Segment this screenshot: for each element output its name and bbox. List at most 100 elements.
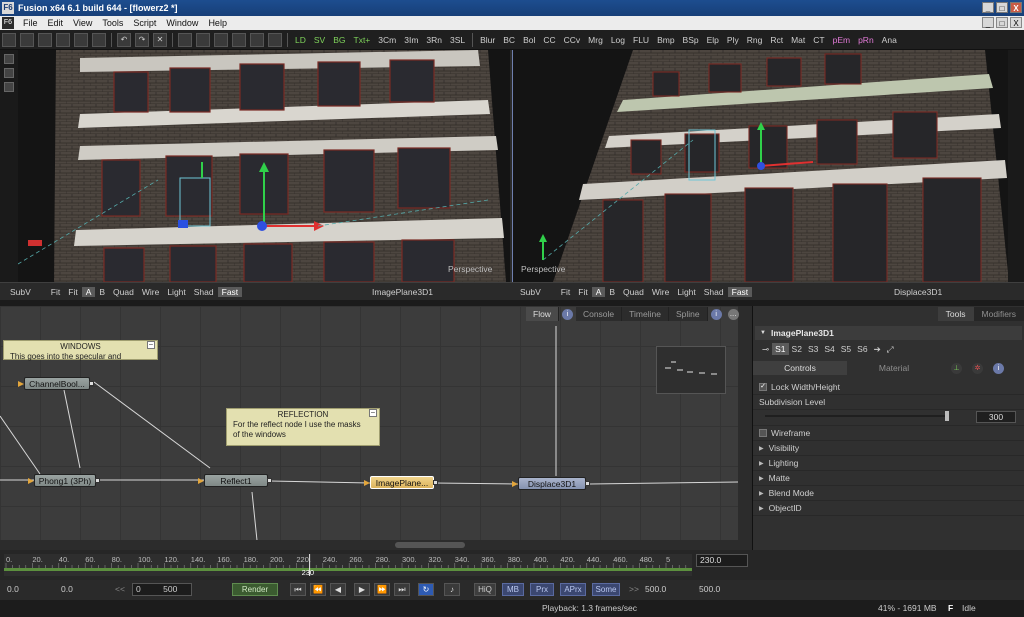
tool-elp[interactable]: Elp [703, 35, 723, 45]
node-output-icon[interactable] [89, 381, 94, 386]
scene-s3-button[interactable]: S3 [805, 343, 821, 355]
layout-3-icon[interactable] [214, 32, 228, 47]
tool-mrg[interactable]: Mrg [584, 35, 607, 45]
render-end-field[interactable]: 500.0 [642, 583, 686, 596]
wireframe-row[interactable]: Wireframe [753, 426, 1024, 441]
note-reflection[interactable]: REFLECTION For the reflect node I use th… [226, 408, 380, 446]
expand-arrow-icon[interactable]: ▶ [759, 460, 764, 467]
b-view-button[interactable]: B [605, 287, 619, 297]
scene-s4-button[interactable]: S4 [821, 343, 837, 355]
scene-s6-button[interactable]: S6 [854, 343, 870, 355]
time-ruler-scale[interactable]: 0. 20. 40. 60. 80. 100. 120. 140. 160. 180. 200. 22… [4, 554, 692, 576]
node-input-icon[interactable] [18, 381, 24, 387]
copy-icon[interactable] [74, 32, 88, 47]
range-field[interactable]: 0 500 [132, 583, 192, 596]
cut-icon[interactable] [56, 32, 70, 47]
aprx-button[interactable]: APrx [560, 583, 586, 596]
slider-knob[interactable] [945, 411, 950, 421]
light-button[interactable]: Light [163, 287, 189, 297]
fit-button[interactable]: Fit [557, 287, 574, 297]
lock-width-height-row[interactable]: ✓ Lock Width/Height [753, 380, 1024, 395]
tool-ld[interactable]: LD [291, 35, 310, 45]
maximize-button[interactable]: □ [996, 2, 1008, 13]
tab-spline[interactable]: Spline [668, 307, 708, 321]
layout-6-icon[interactable] [268, 32, 282, 47]
node-imageplane[interactable]: ImagePlane... [364, 476, 438, 489]
tool-bc[interactable]: BC [499, 35, 519, 45]
range-next-icon[interactable]: >> [626, 583, 642, 596]
note-collapse-icon[interactable]: – [369, 409, 377, 417]
global-end-field[interactable]: 500.0 [696, 583, 748, 596]
go-end-icon[interactable]: ⏭ [394, 583, 410, 596]
tool-log[interactable]: Log [607, 35, 629, 45]
tool-rng[interactable]: Rng [743, 35, 767, 45]
menu-script[interactable]: Script [128, 18, 161, 28]
flow-vertical-scrollbar[interactable] [738, 306, 750, 540]
cut-tool-icon[interactable]: ✕ [153, 32, 167, 47]
a-view-button[interactable]: A [591, 286, 606, 297]
tool-pem[interactable]: pEm [829, 35, 854, 45]
tab-flow[interactable]: Flow [526, 307, 559, 321]
fit-button[interactable]: Fit [574, 287, 591, 297]
section-lighting[interactable]: ▶ Lighting [753, 456, 1024, 471]
tab-modifiers[interactable]: Modifiers [973, 307, 1024, 321]
wireframe-checkbox-icon[interactable] [759, 429, 767, 437]
tab-timeline[interactable]: Timeline [622, 307, 669, 321]
tab-controls[interactable]: Controls [753, 361, 847, 375]
info-icon[interactable]: i [710, 308, 722, 320]
menu-tools[interactable]: Tools [97, 18, 128, 28]
tool-3im[interactable]: 3Im [400, 35, 422, 45]
open-icon[interactable] [20, 32, 34, 47]
flow-editor[interactable]: WINDOWS This goes into the specular and … [0, 306, 750, 550]
tool-ccv[interactable]: CCv [560, 35, 585, 45]
tab-material[interactable]: Material [847, 361, 941, 375]
back-frame-icon[interactable]: ◀ [330, 583, 346, 596]
tool-prn[interactable]: pRn [854, 35, 878, 45]
wire-button[interactable]: Wire [138, 287, 163, 297]
doc-maximize-button[interactable]: □ [996, 17, 1008, 28]
flow-horizontal-scrollbar[interactable] [0, 540, 750, 550]
redo-icon[interactable]: ↷ [135, 32, 149, 47]
time-ruler[interactable]: 0. 20. 40. 60. 80. 100. 120. 140. 160. 180. 200. 22… [0, 550, 1024, 580]
mb-button[interactable]: MB [502, 583, 524, 596]
tool-3sl[interactable]: 3SL [446, 35, 469, 45]
section-objectid[interactable]: ▶ ObjectID [753, 501, 1024, 516]
pin-icon[interactable]: ⊸ [759, 343, 772, 356]
section-visibility[interactable]: ▶ Visibility [753, 441, 1024, 456]
note-collapse-icon[interactable]: – [147, 341, 155, 349]
some-button[interactable]: Some [592, 583, 620, 596]
tool-sv[interactable]: SV [310, 35, 329, 45]
scene-s5-button[interactable]: S5 [838, 343, 854, 355]
layout-4-icon[interactable] [232, 32, 246, 47]
global-start-field[interactable]: 0.0 [58, 583, 102, 596]
expand-arrow-icon[interactable]: ▶ [759, 445, 764, 452]
play-forward-icon[interactable]: ▶ [354, 583, 370, 596]
node-phong1[interactable]: Phong1 (3Ph) [28, 474, 100, 487]
step-forward-icon[interactable]: ⏩ [374, 583, 390, 596]
left-viewer[interactable]: Perspective [18, 50, 510, 282]
node-input-icon[interactable] [364, 480, 370, 486]
tool-mat[interactable]: Mat [787, 35, 809, 45]
tool-ply[interactable]: Ply [723, 35, 743, 45]
menu-help[interactable]: Help [203, 18, 232, 28]
node-output-icon[interactable] [585, 481, 590, 486]
layout-2-icon[interactable] [196, 32, 210, 47]
section-matte[interactable]: ▶ Matte [753, 471, 1024, 486]
tool-cc[interactable]: CC [539, 35, 559, 45]
fit-button[interactable]: Fit [64, 287, 81, 297]
viewer-option-icon[interactable] [4, 54, 14, 64]
lock-checkbox-icon[interactable]: ✓ [759, 383, 767, 391]
menu-view[interactable]: View [68, 18, 97, 28]
info-icon[interactable]: i [993, 362, 1004, 374]
viewer-option-icon[interactable] [4, 82, 14, 92]
step-back-icon[interactable]: ⏪ [310, 583, 326, 596]
node-displace3d1[interactable]: Displace3D1 [512, 477, 590, 490]
viewer-option-icon[interactable] [4, 68, 14, 78]
paste-icon[interactable] [92, 32, 106, 47]
close-button[interactable]: X [1010, 2, 1022, 13]
save-icon[interactable] [38, 32, 52, 47]
scroll-thumb[interactable] [395, 542, 465, 548]
hiq-button[interactable]: HiQ [474, 583, 496, 596]
node-input-icon[interactable] [198, 478, 204, 484]
tool-blur[interactable]: Blur [476, 35, 499, 45]
